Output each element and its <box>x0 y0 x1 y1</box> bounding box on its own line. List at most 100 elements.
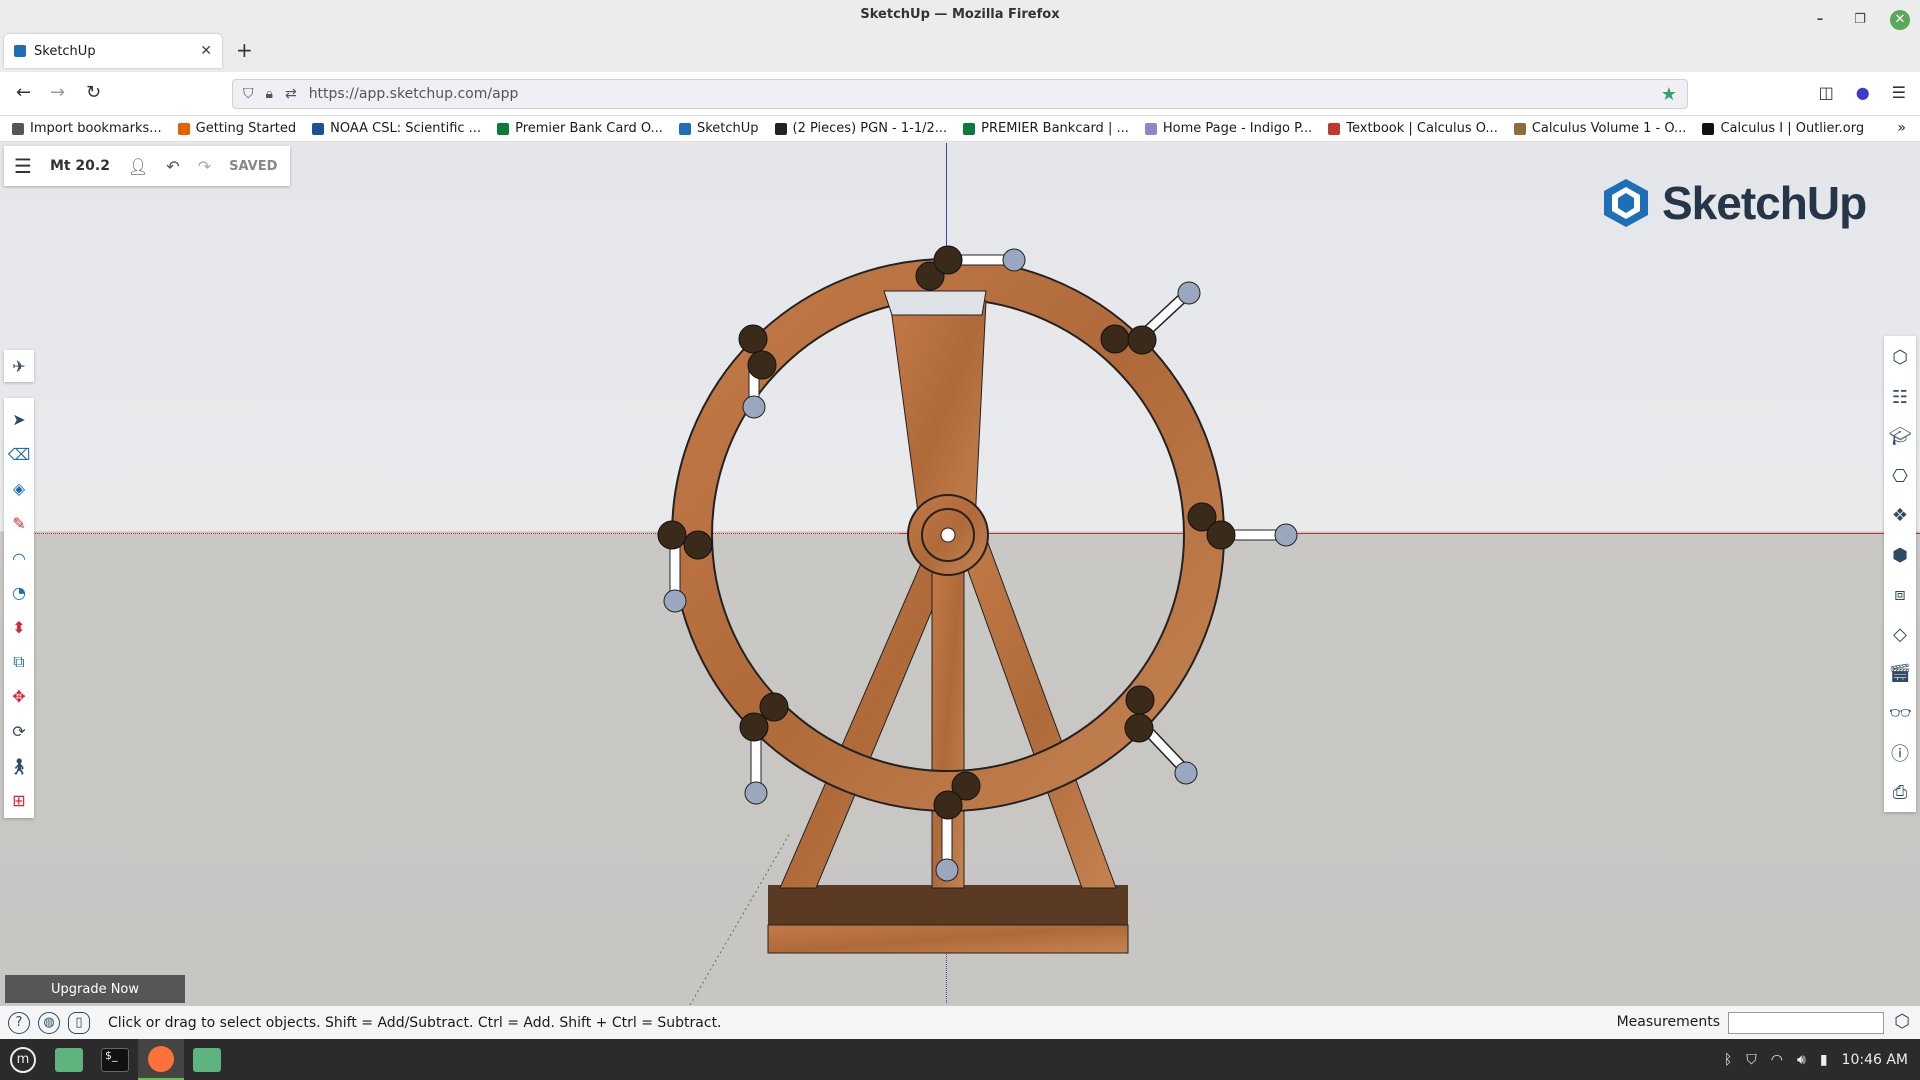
account-icon[interactable]: ● <box>1856 83 1870 102</box>
bookmark-item[interactable]: Premier Bank Card O... <box>497 121 663 136</box>
mouse-icon[interactable]: ▯ <box>68 1011 90 1034</box>
volume-icon[interactable]: 🔊︎ <box>1797 1052 1806 1068</box>
save-status: SAVED <box>229 158 278 174</box>
help-icon[interactable]: ? <box>8 1011 30 1034</box>
forward-arrow-icon[interactable]: → <box>50 82 65 103</box>
undo-icon[interactable]: ↶ <box>166 157 179 176</box>
lock-icon[interactable]: 🔒︎ <box>266 86 273 102</box>
hamburger-menu-icon[interactable]: ☰ <box>14 154 32 178</box>
scenes-button[interactable]: ⧈ <box>1884 575 1916 615</box>
pocket-icon[interactable]: ◫ <box>1819 83 1834 102</box>
bookmark-item[interactable]: Calculus Volume 1 - O... <box>1513 121 1686 136</box>
terminal-launcher[interactable]: $_ <box>92 1039 138 1080</box>
export-button[interactable]: ⎙ <box>1884 773 1916 813</box>
styles-button[interactable]: ⬢ <box>1884 536 1916 576</box>
materials-button[interactable]: ❖ <box>1884 496 1916 536</box>
animation-icon: 🎬︎ <box>1888 663 1912 685</box>
upgrade-now-button[interactable]: Upgrade Now <box>5 975 185 1003</box>
bluetooth-icon[interactable]: ᛒ <box>1724 1052 1732 1068</box>
bookmarks-overflow-icon[interactable]: » <box>1897 120 1906 136</box>
eraser-tool[interactable]: ⌫ <box>4 437 34 472</box>
back-arrow-icon[interactable]: ← <box>16 82 31 103</box>
select-tool[interactable]: ➤ <box>4 402 34 437</box>
bookmark-item[interactable]: Getting Started <box>177 121 296 136</box>
wifi-icon[interactable]: ◠ <box>1771 1052 1783 1068</box>
new-tab-button[interactable]: + <box>236 38 253 62</box>
shield-icon[interactable]: ⛉ <box>243 86 254 102</box>
bookmark-item[interactable]: Calculus I | Outlier.org <box>1702 121 1864 136</box>
animation-button[interactable]: 🎬︎ <box>1884 654 1916 694</box>
info-button[interactable]: ⓘ <box>1884 733 1916 773</box>
permissions-icon[interactable]: ⇄ <box>285 86 297 102</box>
outliner-button[interactable]: ☷ <box>1884 378 1916 418</box>
walk-tool[interactable]: 🚶︎ <box>4 749 34 784</box>
arc-tool[interactable]: ◠ <box>4 541 34 576</box>
spoke-cap <box>883 290 987 316</box>
files-window-button[interactable] <box>184 1039 230 1080</box>
sketchup-status-logo-icon[interactable]: ⬡ <box>1890 1011 1914 1035</box>
model-name[interactable]: Mt 20.2 <box>50 158 110 174</box>
status-text: Click or drag to select objects. Shift =… <box>108 1014 722 1031</box>
firefox-taskbar-button[interactable] <box>138 1039 184 1080</box>
files-launcher[interactable] <box>46 1039 92 1080</box>
globe-icon[interactable]: ◍ <box>38 1011 60 1034</box>
bookmark-favicon-icon <box>678 122 691 135</box>
menu-icon[interactable]: ☰ <box>1892 83 1906 102</box>
section-tool[interactable]: ⊞ <box>4 783 34 818</box>
start-menu-button[interactable]: m <box>0 1039 46 1080</box>
tab-strip: SketchUp ✕ + <box>0 30 1920 72</box>
bookmark-item[interactable]: SketchUp <box>678 121 759 136</box>
materials-icon: ❖ <box>1891 505 1909 527</box>
rotate-tool[interactable]: ⟳ <box>4 714 34 749</box>
bookmark-item[interactable]: NOAA CSL: Scientific ... <box>312 121 481 136</box>
folder-icon <box>55 1047 83 1072</box>
push-pull-tool[interactable]: ⬍ <box>4 610 34 645</box>
instructor-button[interactable]: 🎓︎ <box>1884 417 1916 457</box>
move-icon: ✥ <box>12 687 26 707</box>
bookmark-item[interactable]: Textbook | Calculus O... <box>1328 121 1498 136</box>
window-titlebar: SketchUp — Mozilla Firefox – ❐ ✕ <box>0 0 1920 30</box>
bookmark-item[interactable]: PREMIER Bankcard | ... <box>963 121 1129 136</box>
reload-icon[interactable]: ↻ <box>86 82 101 103</box>
clock[interactable]: 10:46 AM <box>1842 1052 1908 1068</box>
url-text[interactable]: https://app.sketchup.com/app <box>309 86 519 102</box>
bookmark-item[interactable]: (2 Pieces) PGN - 1-1/2... <box>774 121 947 136</box>
bookmark-favicon-icon <box>1702 122 1715 135</box>
base-front <box>767 924 1129 954</box>
pencil-tool[interactable]: ✎ <box>4 506 34 541</box>
bookmark-item[interactable]: Import bookmarks... <box>12 121 162 136</box>
export-icon: ⎙ <box>1892 781 1908 803</box>
bookmark-favicon-icon <box>1144 122 1157 135</box>
tape-measure-tool[interactable]: ◔ <box>4 575 34 610</box>
bookmark-favicon-icon <box>1513 122 1526 135</box>
pencil-icon: ✎ <box>12 513 26 533</box>
measurements-input[interactable] <box>1728 1012 1884 1034</box>
shield-tray-icon[interactable]: ⛉ <box>1746 1052 1757 1068</box>
tags-button[interactable]: ◇ <box>1884 615 1916 655</box>
ferris-wheel-model[interactable] <box>0 143 1920 1005</box>
redo-icon[interactable]: ↷ <box>198 157 211 176</box>
measurements-label: Measurements <box>1616 1014 1720 1030</box>
tab-title: SketchUp <box>34 43 96 59</box>
modeling-canvas[interactable] <box>0 143 1920 1005</box>
bookmark-favicon-icon <box>1328 122 1341 135</box>
sketchup-logo-icon <box>1604 179 1648 227</box>
entity-info-button[interactable]: ⬡ <box>1884 338 1916 378</box>
components-button[interactable]: ⎔ <box>1884 457 1916 497</box>
offset-tool[interactable]: ⧉ <box>4 645 34 680</box>
section-icon: ⊞ <box>12 791 26 811</box>
tab-close-button[interactable]: ✕ <box>200 43 212 59</box>
close-window-button[interactable]: ✕ <box>1890 10 1910 30</box>
sketchup-logo-text: SketchUp <box>1662 177 1867 229</box>
styles-icon: ⬢ <box>1892 544 1908 566</box>
tab-sketchup[interactable]: SketchUp ✕ <box>4 34 222 68</box>
search-tool-button[interactable]: ✈ <box>4 350 34 382</box>
share-user-icon[interactable]: 👤︎ <box>128 157 148 176</box>
battery-icon[interactable]: ▮ <box>1820 1052 1828 1068</box>
bookmark-item[interactable]: Home Page - Indigo P... <box>1144 121 1312 136</box>
paint-bucket-tool[interactable]: ◈ <box>4 471 34 506</box>
display-button[interactable]: 👓︎ <box>1884 694 1916 734</box>
move-tool[interactable]: ✥ <box>4 679 34 714</box>
bookmark-star-icon[interactable]: ★ <box>1661 84 1677 105</box>
url-bar[interactable]: ⛉ 🔒︎ ⇄ https://app.sketchup.com/app ★ <box>232 79 1688 109</box>
